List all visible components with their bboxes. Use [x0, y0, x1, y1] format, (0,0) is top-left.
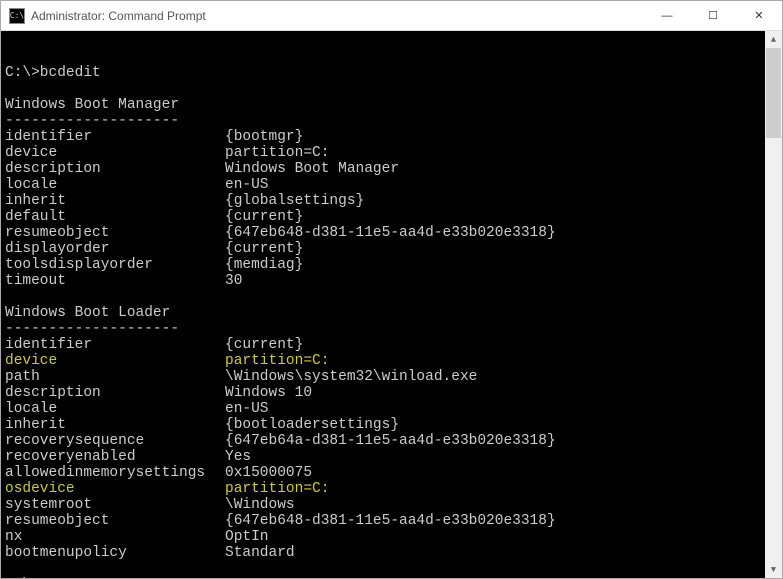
output-value: Yes	[225, 449, 251, 465]
output-value: \Windows\system32\winload.exe	[225, 369, 477, 385]
output-row: toolsdisplayorder{memdiag}	[5, 257, 778, 273]
output-key: description	[5, 385, 225, 401]
output-value: Windows 10	[225, 385, 312, 401]
output-row: localeen-US	[5, 401, 778, 417]
output-value: {globalsettings}	[225, 193, 364, 209]
output-key: path	[5, 369, 225, 385]
output-value: partition=C:	[225, 481, 329, 497]
section-title: Windows Boot Loader	[5, 305, 778, 321]
blank-line	[5, 289, 778, 305]
output-key: recoveryenabled	[5, 449, 225, 465]
blank-line	[5, 81, 778, 97]
titlebar[interactable]: C:\ Administrator: Command Prompt — ☐ ✕	[1, 1, 782, 31]
console-output: C:\>bcdedit Windows Boot Manager--------…	[5, 65, 778, 578]
output-value: partition=C:	[225, 353, 329, 369]
output-key: timeout	[5, 273, 225, 289]
scroll-down-icon[interactable]: ▼	[765, 561, 782, 578]
output-value: {current}	[225, 337, 303, 353]
scrollbar-thumb[interactable]	[766, 48, 781, 138]
output-row: resumeobject{647eb648-d381-11e5-aa4d-e33…	[5, 225, 778, 241]
output-key: identifier	[5, 129, 225, 145]
output-value: 0x15000075	[225, 465, 312, 481]
window-controls: — ☐ ✕	[644, 1, 782, 30]
blank-line	[5, 561, 778, 577]
maximize-button[interactable]: ☐	[690, 1, 736, 30]
output-key: osdevice	[5, 481, 225, 497]
console-area[interactable]: C:\>bcdedit Windows Boot Manager--------…	[1, 31, 782, 578]
output-value: en-US	[225, 401, 269, 417]
output-key: allowedinmemorysettings	[5, 465, 225, 481]
output-value: {647eb648-d381-11e5-aa4d-e33b020e3318}	[225, 513, 556, 529]
output-row: timeout30	[5, 273, 778, 289]
output-value: Standard	[225, 545, 295, 561]
output-value: {bootmgr}	[225, 129, 303, 145]
output-row: inherit{globalsettings}	[5, 193, 778, 209]
scrollbar[interactable]: ▲ ▼	[765, 31, 782, 578]
scroll-up-icon[interactable]: ▲	[765, 31, 782, 48]
output-row: displayorder{current}	[5, 241, 778, 257]
section-divider: --------------------	[5, 113, 778, 129]
output-key: inherit	[5, 417, 225, 433]
output-value: en-US	[225, 177, 269, 193]
prompt-line: C:\>	[5, 577, 778, 578]
output-row: allowedinmemorysettings0x15000075	[5, 465, 778, 481]
output-key: resumeobject	[5, 225, 225, 241]
output-value: OptIn	[225, 529, 269, 545]
output-value: {bootloadersettings}	[225, 417, 399, 433]
section-title: Windows Boot Manager	[5, 97, 778, 113]
output-row: default{current}	[5, 209, 778, 225]
command-prompt-window: C:\ Administrator: Command Prompt — ☐ ✕ …	[0, 0, 783, 579]
output-row: identifier{bootmgr}	[5, 129, 778, 145]
minimize-button[interactable]: —	[644, 1, 690, 30]
output-row: nxOptIn	[5, 529, 778, 545]
output-key: locale	[5, 177, 225, 193]
output-row: inherit{bootloadersettings}	[5, 417, 778, 433]
output-key: systemroot	[5, 497, 225, 513]
output-row: osdevicepartition=C:	[5, 481, 778, 497]
output-key: bootmenupolicy	[5, 545, 225, 561]
output-key: description	[5, 161, 225, 177]
section-divider: --------------------	[5, 321, 778, 337]
output-key: device	[5, 145, 225, 161]
output-row: descriptionWindows 10	[5, 385, 778, 401]
prompt-line: C:\>bcdedit	[5, 65, 778, 81]
output-value: {current}	[225, 241, 303, 257]
output-row: identifier{current}	[5, 337, 778, 353]
output-row: resumeobject{647eb648-d381-11e5-aa4d-e33…	[5, 513, 778, 529]
output-row: localeen-US	[5, 177, 778, 193]
app-icon: C:\	[9, 8, 25, 24]
output-key: recoverysequence	[5, 433, 225, 449]
output-key: inherit	[5, 193, 225, 209]
output-value: \Windows	[225, 497, 295, 513]
close-button[interactable]: ✕	[736, 1, 782, 30]
output-row: devicepartition=C:	[5, 145, 778, 161]
output-key: displayorder	[5, 241, 225, 257]
output-value: {647eb648-d381-11e5-aa4d-e33b020e3318}	[225, 225, 556, 241]
output-row: path\Windows\system32\winload.exe	[5, 369, 778, 385]
output-key: identifier	[5, 337, 225, 353]
output-key: default	[5, 209, 225, 225]
output-key: device	[5, 353, 225, 369]
output-value: {647eb64a-d381-11e5-aa4d-e33b020e3318}	[225, 433, 556, 449]
output-key: locale	[5, 401, 225, 417]
output-value: 30	[225, 273, 242, 289]
output-value: {current}	[225, 209, 303, 225]
window-title: Administrator: Command Prompt	[31, 9, 644, 23]
output-value: Windows Boot Manager	[225, 161, 399, 177]
output-row: recoveryenabledYes	[5, 449, 778, 465]
output-row: descriptionWindows Boot Manager	[5, 161, 778, 177]
output-key: nx	[5, 529, 225, 545]
output-row: devicepartition=C:	[5, 353, 778, 369]
output-key: toolsdisplayorder	[5, 257, 225, 273]
output-key: resumeobject	[5, 513, 225, 529]
output-row: bootmenupolicyStandard	[5, 545, 778, 561]
output-value: partition=C:	[225, 145, 329, 161]
output-row: systemroot\Windows	[5, 497, 778, 513]
output-row: recoverysequence{647eb64a-d381-11e5-aa4d…	[5, 433, 778, 449]
output-value: {memdiag}	[225, 257, 303, 273]
